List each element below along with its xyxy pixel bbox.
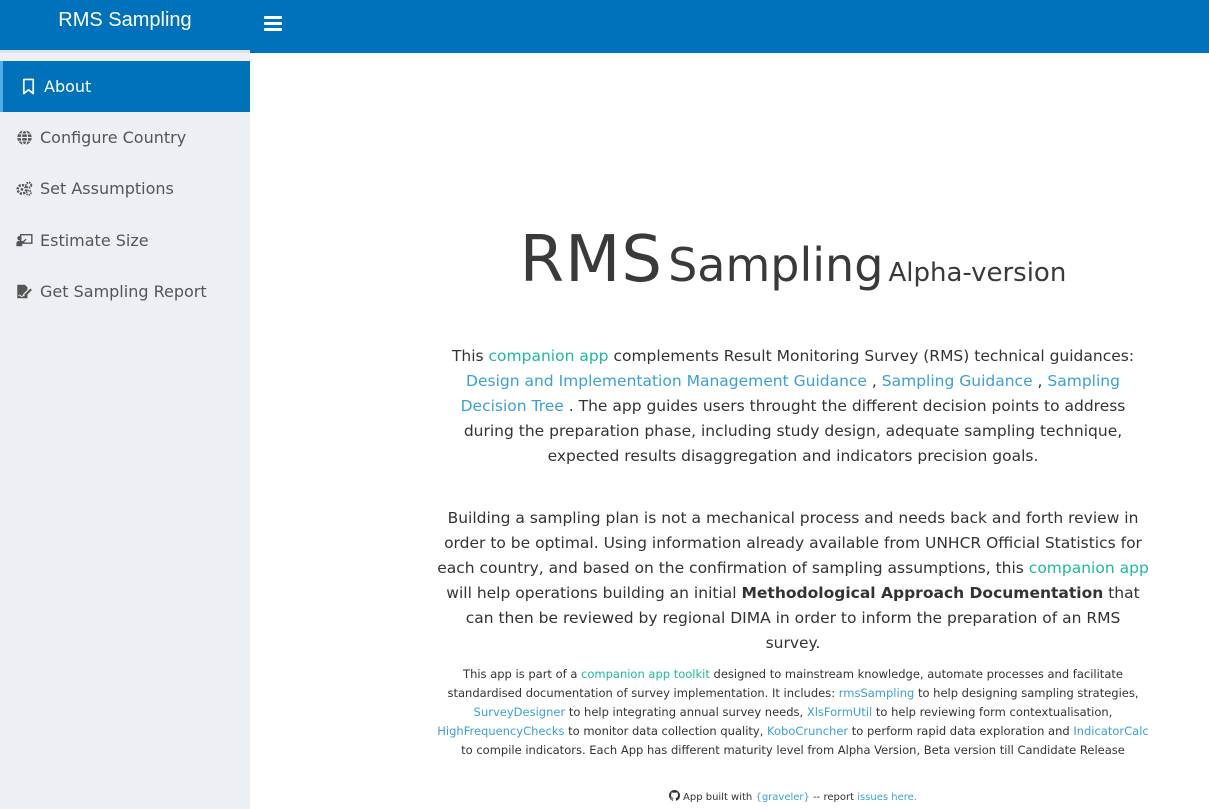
sidebar-item-label: Get Sampling Report <box>40 282 207 301</box>
surveydesigner-link[interactable]: SurveyDesigner <box>474 705 566 719</box>
text: complements Result Monitoring Survey (RM… <box>608 347 1135 365</box>
methodological-approach-text: Methodological Approach Documentation <box>741 584 1104 602</box>
sidebar-toggle-bars-icon[interactable] <box>264 13 284 33</box>
text: App built with <box>683 792 756 803</box>
kobocruncher-link[interactable]: KoboCruncher <box>767 724 848 738</box>
main-content: RMS Sampling Alpha-version This companio… <box>250 53 1209 809</box>
page-title: RMS Sampling Alpha-version <box>250 223 1209 297</box>
footer: App built with {graveler} -- report issu… <box>436 790 1150 803</box>
highfrequencychecks-link[interactable]: HighFrequencyChecks <box>437 724 564 738</box>
sampling-guidance-link[interactable]: Sampling Guidance <box>882 372 1033 390</box>
text: , <box>1032 372 1048 390</box>
rmssampling-link[interactable]: rmsSampling <box>839 686 915 700</box>
text: . The app guides users throught the diff… <box>463 397 1126 465</box>
app-brand[interactable]: RMS Sampling <box>0 0 250 50</box>
text: will help operations building an initial <box>446 584 742 602</box>
sidebar: About Configure Country Set Assumptions … <box>0 53 250 809</box>
graveler-link[interactable]: {graveler} <box>755 792 809 803</box>
issues-link[interactable]: issues here. <box>857 792 917 803</box>
toolkit-link[interactable]: companion app toolkit <box>581 667 710 681</box>
sidebar-item-about[interactable]: About <box>0 61 250 112</box>
sidebar-item-label: Estimate Size <box>40 231 149 250</box>
title-sub: Sampling <box>668 238 884 292</box>
sidebar-item-set-assumptions[interactable]: Set Assumptions <box>0 163 250 214</box>
toolkit-paragraph: This app is part of a companion app tool… <box>436 665 1150 760</box>
xlsformutil-link[interactable]: XlsFormUtil <box>807 705 872 719</box>
text: to help designing sampling strategies, <box>914 686 1139 700</box>
text: This app is part of a <box>463 667 582 681</box>
companion-app-link[interactable]: companion app <box>489 347 609 365</box>
file-signature-icon <box>14 283 34 301</box>
text: , <box>866 372 882 390</box>
text: to perform rapid data exploration and <box>848 724 1074 738</box>
sidebar-item-label: Configure Country <box>40 128 187 147</box>
github-icon <box>669 790 680 801</box>
sidebar-item-estimate-size[interactable]: Estimate Size <box>0 215 250 266</box>
sidebar-item-get-sampling-report[interactable]: Get Sampling Report <box>0 266 250 317</box>
text: -- report <box>809 792 858 803</box>
title-main: RMS <box>519 223 663 297</box>
intro-paragraph: This companion app complements Result Mo… <box>436 344 1150 469</box>
sampling-plan-paragraph: Building a sampling plan is not a mechan… <box>436 506 1150 656</box>
text: to help reviewing form contextualisation… <box>872 705 1113 719</box>
text: This <box>451 347 489 365</box>
top-header: RMS Sampling <box>0 0 1209 53</box>
text: to help integrating annual survey needs, <box>565 705 807 719</box>
cogs-icon <box>14 180 34 198</box>
chalkboard-teacher-icon <box>14 232 34 250</box>
sidebar-item-configure-country[interactable]: Configure Country <box>0 112 250 163</box>
design-guidance-link[interactable]: Design and Implementation Management Gui… <box>466 372 867 390</box>
sidebar-item-label: About <box>44 77 92 96</box>
text: to compile indicators. Each App has diff… <box>461 743 1125 757</box>
version-label: Alpha-version <box>888 258 1067 288</box>
text: to monitor data collection quality, <box>564 724 768 738</box>
bookmark-icon <box>18 78 38 96</box>
sidebar-item-label: Set Assumptions <box>40 179 174 198</box>
companion-app-link-2[interactable]: companion app <box>1029 559 1149 577</box>
indicatorcalc-link[interactable]: IndicatorCalc <box>1073 724 1148 738</box>
globe-icon <box>14 129 34 147</box>
